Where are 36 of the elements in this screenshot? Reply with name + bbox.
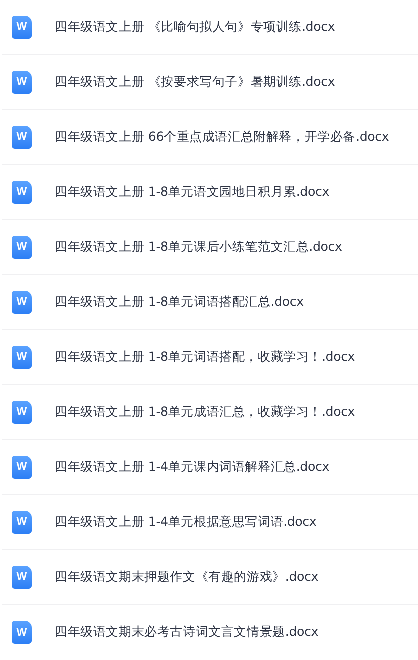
file-name: 四年级语文上册 《按要求写句子》暑期训练.docx — [55, 74, 336, 90]
file-row[interactable]: W 四年级语文上册 1-8单元词语搭配汇总.docx — [2, 275, 418, 330]
file-row[interactable]: W 四年级语文期末押题作文《有趣的游戏》.docx — [2, 550, 418, 605]
file-name: 四年级语文上册 1-8单元词语搭配，收藏学习！.docx — [55, 348, 356, 366]
word-doc-icon: W — [12, 70, 32, 94]
file-row[interactable]: W 四年级语文上册 1-8单元语文园地日积月累.docx — [2, 165, 418, 220]
file-name: 四年级语文上册 1-8单元成语汇总，收藏学习！.docx — [55, 404, 356, 420]
file-name: 四年级语文期末押题作文《有趣的游戏》.docx — [55, 568, 318, 586]
word-doc-icon: W — [12, 621, 32, 644]
word-doc-icon: W — [12, 510, 32, 534]
file-row[interactable]: W 四年级语文上册 1-8单元课后小练笔范文汇总.docx — [2, 220, 418, 275]
file-name: 四年级语文上册 1-4单元课内词语解释汇总.docx — [55, 458, 330, 476]
file-row[interactable]: W 四年级语文上册 66个重点成语汇总附解释，开学必备.docx — [2, 110, 418, 165]
file-name: 四年级语文上册 1-8单元语文园地日积月累.docx — [55, 184, 330, 200]
file-row[interactable]: W 四年级语文上册 1-4单元课内词语解释汇总.docx — [2, 440, 418, 495]
word-doc-icon: W — [12, 290, 32, 314]
file-name: 四年级语文期末必考古诗词文言文情景题.docx — [55, 624, 318, 641]
file-row[interactable]: W 四年级语文上册 1-4单元根据意思写词语.docx — [2, 495, 418, 550]
file-name: 四年级语文上册 1-8单元词语搭配汇总.docx — [55, 294, 304, 310]
file-name: 四年级语文上册 1-8单元课后小练笔范文汇总.docx — [55, 238, 342, 256]
word-doc-icon: W — [12, 566, 32, 588]
word-doc-icon: W — [12, 456, 32, 478]
word-doc-icon: W — [12, 126, 32, 148]
word-doc-icon: W — [12, 236, 32, 258]
word-doc-icon: W — [12, 346, 32, 368]
word-doc-icon: W — [12, 400, 32, 424]
file-row[interactable]: W 四年级语文期末必考古诗词文言文情景题.docx — [2, 605, 418, 660]
word-doc-icon: W — [12, 180, 32, 204]
file-name: 四年级语文上册 《比喻句拟人句》专项训练.docx — [55, 18, 336, 36]
file-row[interactable]: W 四年级语文上册 《比喻句拟人句》专项训练.docx — [2, 0, 418, 55]
file-row[interactable]: W 四年级语文上册 1-8单元成语汇总，收藏学习！.docx — [2, 385, 418, 440]
file-row[interactable]: W 四年级语文上册 1-8单元词语搭配，收藏学习！.docx — [2, 330, 418, 385]
file-row[interactable]: W 四年级语文上册 《按要求写句子》暑期训练.docx — [2, 55, 418, 110]
file-name: 四年级语文上册 66个重点成语汇总附解释，开学必备.docx — [55, 128, 390, 146]
word-doc-icon: W — [12, 16, 32, 38]
file-name: 四年级语文上册 1-4单元根据意思写词语.docx — [55, 514, 317, 530]
